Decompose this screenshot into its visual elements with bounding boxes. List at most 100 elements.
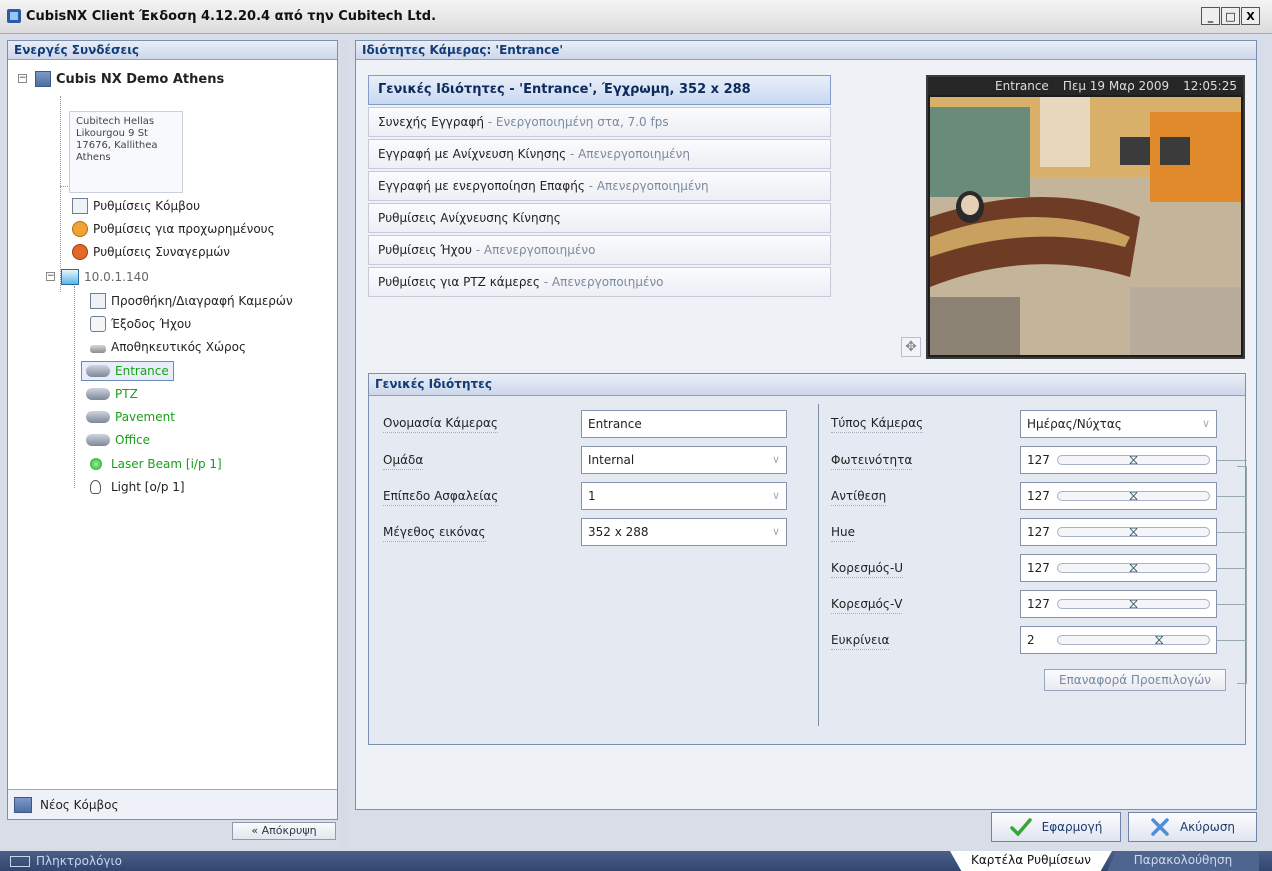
chevron-down-icon: ∨ [771, 489, 780, 502]
camera-preview[interactable]: Entrance Πεμ 19 Μαρ 2009 12:05:25 [926, 75, 1245, 359]
slider-track[interactable]: ⧖ [1057, 452, 1210, 468]
panel-splitter[interactable] [340, 40, 348, 850]
slider-label: Hue [831, 525, 856, 542]
tab-motion-detection-settings[interactable]: Ρυθμίσεις Ανίχνευσης Κίνησης [368, 203, 831, 233]
camera-name-field[interactable]: Entrance [581, 410, 787, 438]
apply-button[interactable]: Εφαρμογή [991, 812, 1121, 842]
slider-thumb-icon[interactable]: ⧖ [1129, 451, 1139, 469]
adjustment-slider[interactable]: 127 ⧖ [1020, 590, 1217, 618]
slider-track[interactable]: ⧖ [1057, 632, 1210, 648]
tree-item-node-settings[interactable]: Ρυθμίσεις Κόμβου [72, 196, 200, 216]
tree-item-camera-office[interactable]: Office [86, 430, 150, 450]
tree-item-camera-pavement[interactable]: Pavement [86, 407, 175, 427]
slider-track[interactable]: ⧖ [1057, 524, 1210, 540]
tab-monitoring-view[interactable]: Παρακολούθηση [1107, 851, 1259, 871]
slider-thumb-icon[interactable]: ⧖ [1129, 559, 1139, 577]
hard-drive-icon [90, 345, 106, 353]
camera-properties-panel: Ιδιότητες Κάμερας: 'Entrance' Γενικές Ιδ… [355, 40, 1257, 810]
camera-icon [86, 365, 110, 377]
speaker-icon [90, 316, 106, 332]
tree-item-server[interactable]: 10.0.1.140 [61, 267, 149, 287]
video-overlay: Entrance Πεμ 19 Μαρ 2009 12:05:25 [928, 77, 1243, 95]
reset-bracket [1237, 466, 1247, 684]
collapse-root-icon[interactable]: − [18, 74, 27, 83]
camera-type-select[interactable]: Ημέρας/Νύχτας ∨ [1020, 410, 1217, 438]
gear-icon [72, 221, 88, 237]
tree-item-camera-entrance[interactable]: Entrance [81, 361, 174, 381]
tree-item-add-remove-cameras[interactable]: Προσθήκη/Διαγραφή Καμερών [90, 291, 293, 311]
camera-properties-header: Ιδιότητες Κάμερας: 'Entrance' [356, 41, 1256, 60]
adjustment-slider[interactable]: 127 ⧖ [1020, 482, 1217, 510]
camera-icon [86, 411, 110, 423]
camera-icon [86, 434, 110, 446]
tab-general-properties[interactable]: Γενικές Ιδιότητες - 'Entrance', Έγχρωμη,… [368, 75, 831, 105]
osd-time: 12:05:25 [1183, 79, 1237, 93]
hide-panel-button[interactable]: « Απόκρυψη [232, 822, 336, 840]
camera-type-label: Τύπος Κάμερας [831, 416, 924, 433]
move-handle-icon[interactable]: ✥ [901, 337, 921, 357]
camera-video-frame [930, 97, 1241, 355]
minimize-button[interactable]: _ [1201, 7, 1220, 25]
keyboard-button[interactable]: Πληκτρολόγιο [10, 854, 122, 868]
cancel-button[interactable]: Ακύρωση [1128, 812, 1257, 842]
tree-root-node[interactable]: Cubis NX Demo Athens [35, 69, 224, 89]
tab-continuous-recording[interactable]: Συνεχής Εγγραφή - Ενεργοποιημένη στα, 7.… [368, 107, 831, 137]
slider-track[interactable]: ⧖ [1057, 596, 1210, 612]
slider-thumb-icon[interactable]: ⧖ [1154, 631, 1164, 649]
window-title: CubisNX Client Έκδοση 4.12.20.4 από την … [26, 9, 437, 24]
tree-item-advanced-settings[interactable]: Ρυθμίσεις για προχωρημένους [72, 219, 275, 239]
security-level-select[interactable]: 1 ∨ [581, 482, 787, 510]
tree-item-alarm-settings[interactable]: Ρυθμίσεις Συναγερμών [72, 242, 230, 262]
tree-item-camera-ptz[interactable]: PTZ [86, 384, 138, 404]
general-properties-section: Γενικές Ιδιότητες Ονομασία Κάμερας Entra… [368, 373, 1247, 745]
active-connections-header: Ενεργές Συνδέσεις [8, 41, 337, 60]
slider-label: Αντίθεση [831, 489, 887, 506]
new-node-button[interactable]: Νέος Κόμβος [8, 789, 337, 819]
group-label: Ομάδα [383, 453, 424, 470]
tree-item-laser-beam[interactable]: Laser Beam [i/p 1] [90, 454, 222, 474]
camera-name-label: Ονομασία Κάμερας [383, 416, 498, 433]
adjustment-slider[interactable]: 2 ⧖ [1020, 626, 1217, 654]
bracket-tick [1217, 460, 1247, 461]
tab-motion-recording[interactable]: Εγγραφή με Ανίχνευση Κίνησης - Απενεργοπ… [368, 139, 831, 169]
adjustment-slider[interactable]: 127 ⧖ [1020, 518, 1217, 546]
slider-label: Κορεσμός-U [831, 561, 904, 578]
building-icon [35, 71, 51, 87]
image-size-select[interactable]: 352 x 288 ∨ [581, 518, 787, 546]
tab-contact-recording[interactable]: Εγγραφή με ενεργοποίηση Επαφής - Απενεργ… [368, 171, 831, 201]
collapse-server-icon[interactable]: − [46, 272, 55, 281]
tree-item-storage[interactable]: Αποθηκευτικός Χώρος [90, 337, 246, 357]
checkmark-icon [1009, 818, 1032, 836]
slider-thumb-icon[interactable]: ⧖ [1129, 523, 1139, 541]
group-select[interactable]: Internal ∨ [581, 446, 787, 474]
slider-value: 2 [1027, 633, 1035, 647]
keyboard-icon [10, 855, 30, 867]
maximize-button[interactable]: □ [1221, 7, 1240, 25]
camera-icon [86, 388, 110, 400]
slider-track[interactable]: ⧖ [1057, 488, 1210, 504]
close-button[interactable]: X [1241, 7, 1260, 25]
adjustment-slider[interactable]: 127 ⧖ [1020, 446, 1217, 474]
slider-value: 127 [1027, 489, 1050, 503]
property-tabs: Γενικές Ιδιότητες - 'Entrance', Έγχρωμη,… [368, 75, 831, 299]
osd-camera-name: Entrance [995, 79, 1049, 93]
tab-audio-settings[interactable]: Ρυθμίσεις Ήχου - Απενεργοποιημένο [368, 235, 831, 265]
adjustment-slider[interactable]: 127 ⧖ [1020, 554, 1217, 582]
slider-value: 127 [1027, 525, 1050, 539]
connection-tree: − Cubis NX Demo Athens Cubitech Hellas L… [8, 60, 337, 808]
slider-thumb-icon[interactable]: ⧖ [1129, 595, 1139, 613]
reset-defaults-button[interactable]: Επαναφορά Προεπιλογών [1044, 669, 1226, 691]
slider-label: Φωτεινότητα [831, 453, 913, 470]
slider-thumb-icon[interactable]: ⧖ [1129, 487, 1139, 505]
tree-item-audio-output[interactable]: Έξοδος Ήχου [90, 314, 191, 334]
tree-item-light-output[interactable]: Light [o/p 1] [90, 477, 185, 497]
general-properties-header: Γενικές Ιδιότητες [369, 374, 1245, 396]
column-divider [818, 404, 819, 726]
slider-track[interactable]: ⧖ [1057, 560, 1210, 576]
tab-settings-view[interactable]: Καρτέλα Ρυθμίσεων [950, 851, 1112, 871]
cancel-x-icon [1151, 818, 1169, 836]
tab-ptz-settings[interactable]: Ρυθμίσεις για PTZ κάμερες - Απενεργοποιη… [368, 267, 831, 297]
status-bar: Πληκτρολόγιο Καρτέλα Ρυθμίσεων Παρακολού… [0, 851, 1272, 871]
title-bar: CubisNX Client Έκδοση 4.12.20.4 από την … [0, 0, 1272, 34]
slider-label: Κορεσμός-V [831, 597, 903, 614]
